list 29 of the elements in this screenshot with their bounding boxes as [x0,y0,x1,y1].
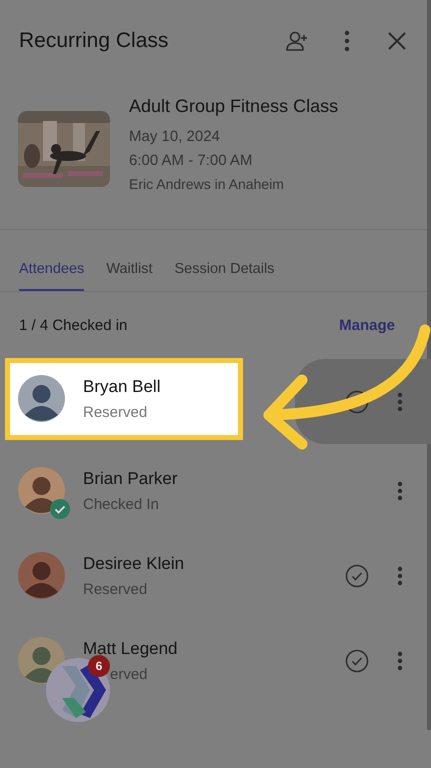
launcher-icon[interactable] [46,658,110,722]
manage-link[interactable]: Manage [339,317,395,334]
check-in-icon[interactable] [345,390,369,414]
class-date: May 10, 2024 [129,128,221,145]
avatar-icon [18,467,65,514]
class-title: Adult Group Fitness Class [129,96,338,117]
attendee-name: Desiree Klein [83,554,184,574]
panel-title: Recurring Class [19,29,170,53]
check-in-icon[interactable] [345,564,369,588]
attendee-name: Bryan Bell [83,376,160,396]
check-in-icon[interactable] [345,648,369,672]
class-time: 6:00 AM - 7:00 AM [129,152,254,169]
attendee-status: Reserved [83,404,148,420]
more-icon[interactable] [397,650,403,670]
add-person-icon[interactable] [285,29,309,53]
attendee-status: erved [110,666,148,682]
more-icon[interactable] [397,566,403,586]
class-instructor: Eric Andrews in Anaheim [129,176,285,192]
attendee-status: Checked In [83,496,159,512]
more-icon[interactable] [397,480,403,500]
avatar-icon [18,552,65,599]
tab[interactable]: Waitlist [106,260,152,291]
tab[interactable]: Session Details [174,260,274,291]
attendee-name: Brian Parker [83,468,178,488]
more-icon[interactable] [397,392,403,412]
avatar-icon [18,375,65,422]
notification-badge: 6 [88,655,110,677]
checked-in-count: 1 / 4 Checked in [19,317,128,334]
attendee-status: Reserved [83,580,148,598]
